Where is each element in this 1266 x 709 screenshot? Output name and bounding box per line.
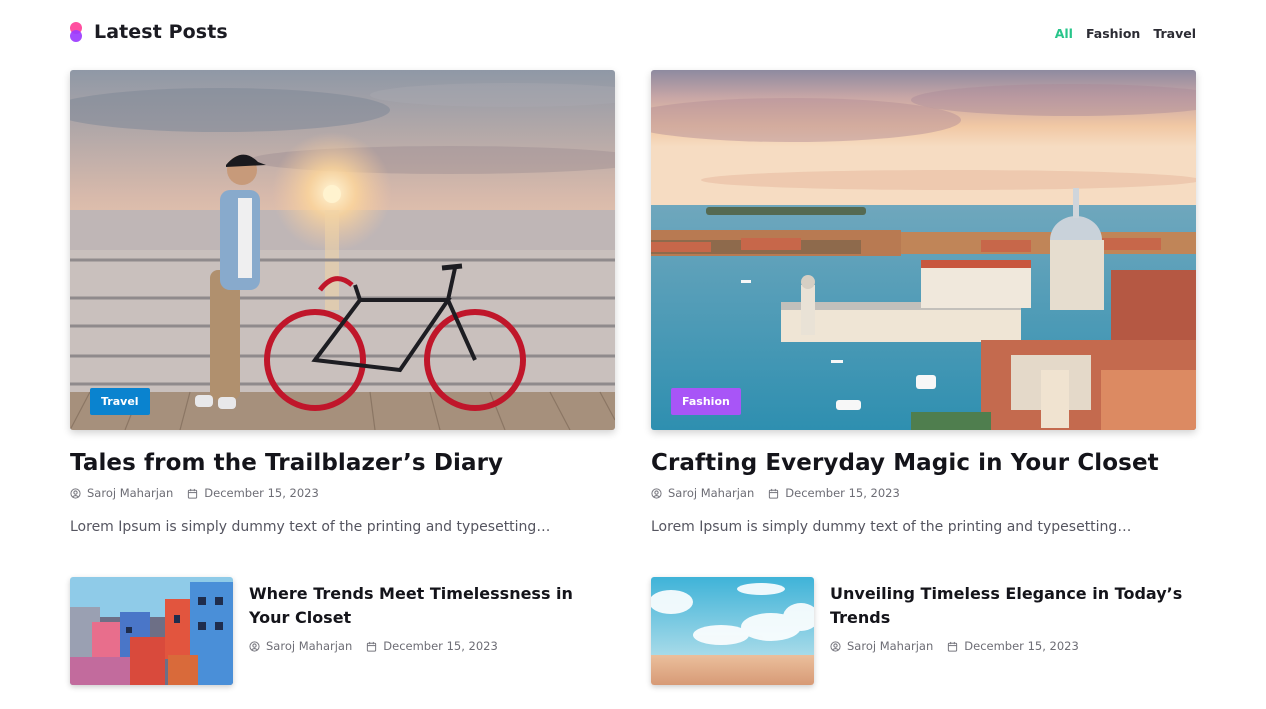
post-excerpt: Lorem Ipsum is simply dummy text of the … bbox=[70, 519, 551, 535]
post-image-link[interactable] bbox=[651, 577, 814, 685]
user-circle-icon bbox=[651, 487, 662, 499]
calendar-icon bbox=[367, 641, 377, 652]
calendar-icon bbox=[769, 488, 779, 499]
filter-fashion[interactable]: Fashion bbox=[1086, 26, 1140, 42]
post-title[interactable]: Unveiling Timeless Elegance in Today’s T… bbox=[830, 582, 1196, 630]
category-filters: All Fashion Travel bbox=[1055, 26, 1196, 42]
small-post-card: Unveiling Timeless Elegance in Today’s T… bbox=[651, 577, 1196, 685]
category-badge-travel[interactable]: Travel bbox=[90, 388, 150, 415]
section-header: Latest Posts All Fashion Travel bbox=[70, 20, 1196, 46]
user-circle-icon bbox=[830, 640, 841, 652]
small-post-card: Where Trends Meet Timelessness in Your C… bbox=[70, 577, 615, 685]
post-title[interactable]: Crafting Everyday Magic in Your Closet bbox=[651, 449, 1196, 477]
logo-icon bbox=[70, 22, 82, 42]
post-image-link[interactable]: Travel bbox=[70, 70, 615, 430]
post-date: December 15, 2023 bbox=[785, 486, 900, 500]
user-circle-icon bbox=[70, 487, 81, 499]
beach-cyclist-photo bbox=[70, 70, 615, 430]
venice-city-photo bbox=[651, 70, 1196, 430]
category-badge-fashion[interactable]: Fashion bbox=[671, 388, 741, 415]
post-excerpt: Lorem Ipsum is simply dummy text of the … bbox=[651, 519, 1132, 535]
featured-post-card: Fashion Crafting Everyday Magic in Your … bbox=[651, 70, 1196, 536]
section-title: Latest Posts bbox=[94, 21, 228, 43]
author-name[interactable]: Saroj Maharjan bbox=[668, 486, 754, 500]
post-image-link[interactable]: Fashion bbox=[651, 70, 1196, 430]
author-name[interactable]: Saroj Maharjan bbox=[266, 639, 352, 653]
post-meta: Saroj Maharjan December 15, 2023 bbox=[830, 639, 1093, 653]
post-date: December 15, 2023 bbox=[383, 639, 498, 653]
desert-sky-photo bbox=[651, 577, 814, 685]
featured-post-card: Travel Tales from the Trailblazer’s Diar… bbox=[70, 70, 615, 536]
filter-all[interactable]: All bbox=[1055, 26, 1073, 42]
user-circle-icon bbox=[249, 640, 260, 652]
post-date: December 15, 2023 bbox=[204, 486, 319, 500]
author-name[interactable]: Saroj Maharjan bbox=[847, 639, 933, 653]
post-meta: Saroj Maharjan December 15, 2023 bbox=[249, 639, 512, 653]
post-date: December 15, 2023 bbox=[964, 639, 1079, 653]
author-name[interactable]: Saroj Maharjan bbox=[87, 486, 173, 500]
post-title[interactable]: Where Trends Meet Timelessness in Your C… bbox=[249, 582, 615, 630]
post-meta: Saroj Maharjan December 15, 2023 bbox=[70, 486, 615, 500]
post-image-link[interactable] bbox=[70, 577, 233, 685]
post-meta: Saroj Maharjan December 15, 2023 bbox=[651, 486, 1196, 500]
calendar-icon bbox=[188, 488, 198, 499]
calendar-icon bbox=[948, 641, 958, 652]
filter-travel[interactable]: Travel bbox=[1153, 26, 1196, 42]
post-title[interactable]: Tales from the Trailblazer’s Diary bbox=[70, 449, 615, 477]
colorful-houses-photo bbox=[70, 577, 233, 685]
